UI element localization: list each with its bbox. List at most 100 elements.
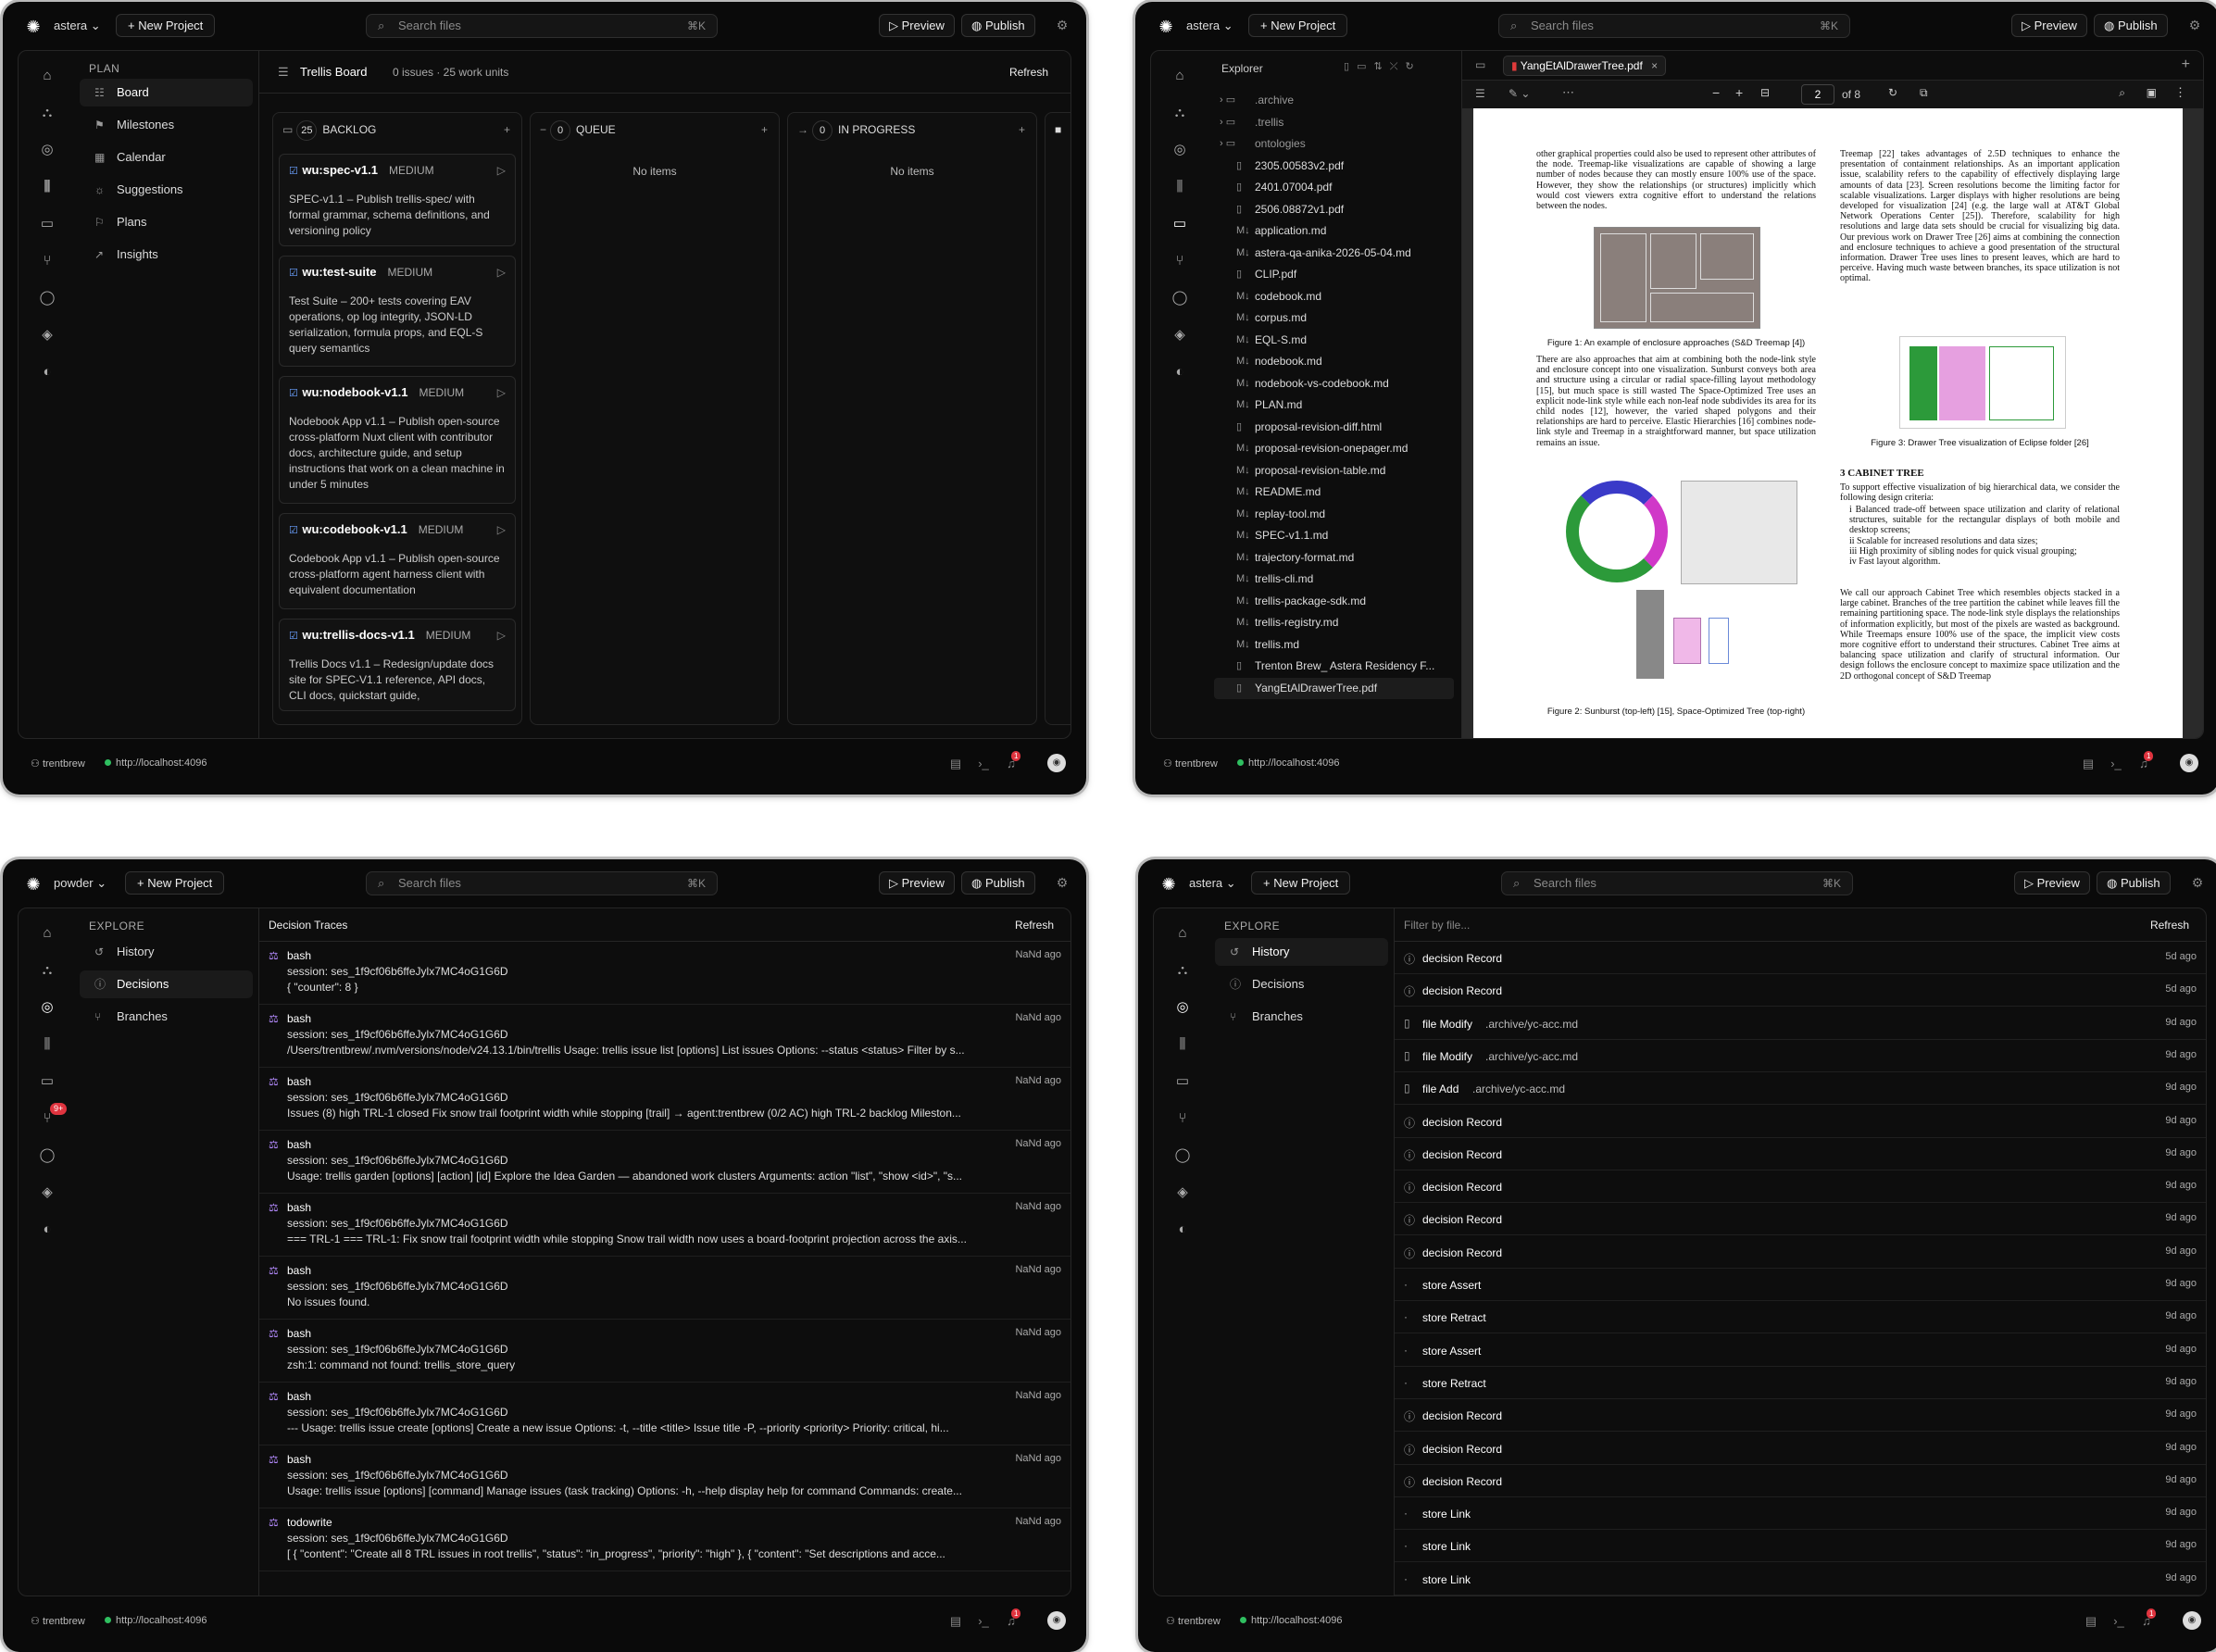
trace-row[interactable]: ⚖ bash session: ses_1f9cf06b6ffeJylx7MC4oG… bbox=[259, 1131, 1070, 1194]
terminal-icon[interactable]: ›_ bbox=[975, 756, 992, 772]
trace-row[interactable]: ⚖ bash session: ses_1f9cf06b6ffeJylx7MC4oG… bbox=[259, 1194, 1070, 1257]
file-tree-item[interactable]: M↓ nodebook.md bbox=[1214, 351, 1454, 372]
preview-button[interactable]: ▷ Preview bbox=[2014, 871, 2090, 895]
file-tree-item[interactable]: M↓ trellis-package-sdk.md bbox=[1214, 591, 1454, 612]
terminal-icon[interactable]: ›_ bbox=[2110, 1613, 2127, 1630]
git-branch-icon[interactable]: ⑂ bbox=[1172, 1108, 1193, 1129]
card-spec-v1-1[interactable]: ☑ wu:spec-v1.1 MEDIUM ▷ SPEC-v1.1 – Publish… bbox=[279, 154, 516, 246]
history-row[interactable]: · store Assert 9d ago bbox=[1395, 1334, 2206, 1367]
fit-width-icon[interactable]: ⊟ bbox=[1760, 86, 1770, 99]
avatar[interactable]: ◉ bbox=[2180, 754, 2198, 772]
project-switcher[interactable]: astera ⌄ bbox=[1186, 15, 1233, 37]
file-tree-item[interactable]: M↓ nodebook-vs-codebook.md bbox=[1214, 373, 1454, 394]
trace-row[interactable]: ⚖ bash session: ses_1f9cf06b6ffeJylx7MC4oG… bbox=[259, 1257, 1070, 1320]
history-row[interactable]: ⓘ decision Record 5d ago bbox=[1395, 974, 2206, 1007]
play-icon[interactable]: ▷ bbox=[497, 523, 506, 536]
new-project-button[interactable]: + New Project bbox=[1251, 871, 1351, 895]
history-row[interactable]: · store Retract 9d ago bbox=[1395, 1301, 2206, 1334]
globe-icon[interactable]: ◯ bbox=[37, 1145, 57, 1166]
outline-icon[interactable]: ☰ bbox=[1475, 87, 1485, 100]
trace-row[interactable]: ⚖ bash session: ses_1f9cf06b6ffeJylx7MC4oG… bbox=[259, 942, 1070, 1005]
file-tree-item[interactable]: › ▭ ontologies bbox=[1214, 133, 1454, 155]
board-icon[interactable]: ⫼ bbox=[37, 1034, 57, 1055]
new-project-button[interactable]: + New Project bbox=[125, 871, 225, 895]
git-branch-icon[interactable]: ⑂ bbox=[1170, 251, 1190, 271]
layers-icon[interactable]: ◈ bbox=[37, 1183, 57, 1203]
play-icon[interactable]: ▷ bbox=[497, 164, 506, 177]
history-row[interactable]: ⓘ decision Record 9d ago bbox=[1395, 1465, 2206, 1497]
file-tree-item[interactable]: M↓ astera-qa-anika-2026-05-04.md bbox=[1214, 243, 1454, 264]
palette-icon[interactable]: ◐ bbox=[37, 1220, 57, 1240]
file-tree-item[interactable]: M↓ replay-tool.md bbox=[1214, 504, 1454, 525]
app-logo-icon[interactable]: ✺ bbox=[1156, 17, 1176, 37]
history-row[interactable]: ⓘ decision Record 9d ago bbox=[1395, 1170, 2206, 1204]
file-tree-item[interactable]: ▯ 2506.08872v1.pdf bbox=[1214, 199, 1454, 220]
panel-icon[interactable]: ▤ bbox=[947, 756, 964, 772]
search-input[interactable]: ⌕ Search files ⌘K bbox=[1501, 871, 1853, 895]
more-icon[interactable]: ⋮ bbox=[2174, 85, 2186, 100]
add-card-icon[interactable]: + bbox=[504, 113, 510, 146]
sidebar-item-branches[interactable]: ⑂ Branches bbox=[80, 1003, 253, 1031]
publish-button[interactable]: ◍ Publish bbox=[2097, 871, 2171, 895]
file-tree-item[interactable]: M↓ application.md bbox=[1214, 220, 1454, 242]
more-icon[interactable]: ⋯ bbox=[1562, 85, 1574, 100]
file-tree-item[interactable]: M↓ trellis-cli.md bbox=[1214, 569, 1454, 590]
card-codebook-v1-1[interactable]: ☑ wu:codebook-v1.1 MEDIUM ▷ Codebook App v1… bbox=[279, 513, 516, 609]
new-project-button[interactable]: + New Project bbox=[116, 14, 216, 37]
preview-button[interactable]: ▷ Preview bbox=[879, 14, 955, 37]
tab-pdf[interactable]: ▮ YangEtAlDrawerTree.pdf × bbox=[1503, 56, 1667, 76]
graph-icon[interactable]: ⛬ bbox=[1172, 960, 1193, 981]
history-row[interactable]: ▯ file Modify .archive/yc-acc.md 9d ago bbox=[1395, 1007, 2206, 1040]
settings-gear-icon[interactable]: ⚙ bbox=[1053, 16, 1071, 34]
history-row[interactable]: · store Link 9d ago bbox=[1395, 1563, 2206, 1596]
search-input[interactable]: ⌕ Search files ⌘K bbox=[1498, 14, 1850, 38]
home-icon[interactable]: ⌂ bbox=[37, 923, 57, 944]
sidebar-item-milestones[interactable]: ⚑ Milestones bbox=[80, 111, 253, 139]
folder-icon[interactable]: ▭ bbox=[37, 1071, 57, 1092]
publish-button[interactable]: ◍ Publish bbox=[961, 871, 1035, 895]
play-icon[interactable]: ▷ bbox=[497, 629, 506, 642]
close-icon[interactable]: × bbox=[1651, 59, 1658, 72]
collapse-icon[interactable]: ⤫ bbox=[1390, 61, 1406, 72]
globe-icon[interactable]: ◯ bbox=[1172, 1145, 1193, 1166]
history-row[interactable]: ⓘ decision Record 9d ago bbox=[1395, 1138, 2206, 1170]
card-test-suite[interactable]: ☑ wu:test-suite MEDIUM ▷ Test Suite – 200+ … bbox=[279, 256, 516, 367]
trace-row[interactable]: ⚖ todowrite session: ses_1f9cf06b6ffeJylx7… bbox=[259, 1508, 1070, 1571]
file-tree-item[interactable]: M↓ PLAN.md bbox=[1214, 394, 1454, 416]
pdf-viewport[interactable]: other graphical properties could also be… bbox=[1462, 108, 2203, 738]
history-row[interactable]: ⓘ decision Record 9d ago bbox=[1395, 1433, 2206, 1465]
zoom-out-icon[interactable]: − bbox=[1712, 85, 1720, 100]
bell-icon[interactable]: ♫ 1 bbox=[2138, 1608, 2157, 1630]
history-row[interactable]: · store Link 9d ago bbox=[1395, 1530, 2206, 1563]
app-logo-icon[interactable]: ✺ bbox=[23, 874, 44, 895]
file-tree-item[interactable]: ▯ Trenton Brew_ Astera Residency F... bbox=[1214, 656, 1454, 677]
settings-gear-icon[interactable]: ⚙ bbox=[2188, 873, 2207, 892]
folder-icon[interactable]: ▭ bbox=[1170, 214, 1190, 234]
home-icon[interactable]: ⌂ bbox=[37, 66, 57, 86]
rotate-icon[interactable]: ↻ bbox=[1888, 86, 1897, 99]
file-tree-item[interactable]: M↓ proposal-revision-table.md bbox=[1214, 460, 1454, 482]
new-tab-icon[interactable]: + bbox=[2182, 56, 2190, 73]
file-tree-item[interactable]: › ▭ .trellis bbox=[1214, 112, 1454, 133]
terminal-icon[interactable]: ›_ bbox=[2108, 756, 2124, 772]
graph-icon[interactable]: ⛬ bbox=[1170, 103, 1190, 123]
folder-icon[interactable]: ▭ bbox=[1172, 1071, 1193, 1092]
bell-icon[interactable]: ♫ 1 bbox=[1003, 1608, 1021, 1630]
search-input[interactable]: ⌕ Search files ⌘K bbox=[366, 871, 718, 895]
file-tree-item[interactable]: ▯ YangEtAlDrawerTree.pdf bbox=[1214, 677, 1454, 699]
preview-button[interactable]: ▷ Preview bbox=[2011, 14, 2087, 37]
bell-icon[interactable]: ♫ 1 bbox=[2135, 751, 2154, 772]
board-icon[interactable]: ⫼ bbox=[37, 177, 57, 197]
history-row[interactable]: ⓘ decision Record 9d ago bbox=[1395, 1203, 2206, 1236]
history-row[interactable]: ▯ file Modify .archive/yc-acc.md 9d ago bbox=[1395, 1040, 2206, 1072]
git-branch-icon[interactable]: ⑂ 9+ bbox=[37, 1103, 68, 1129]
app-logo-icon[interactable]: ✺ bbox=[23, 17, 44, 37]
avatar[interactable]: ◉ bbox=[1047, 1611, 1066, 1630]
home-icon[interactable]: ⌂ bbox=[1172, 923, 1193, 944]
publish-button[interactable]: ◍ Publish bbox=[961, 14, 1035, 37]
refresh-button[interactable]: Refresh bbox=[2150, 919, 2189, 932]
trace-row[interactable]: ⚖ bash session: ses_1f9cf06b6ffeJylx7MC4oG… bbox=[259, 1320, 1070, 1383]
compass-icon[interactable]: ◎ bbox=[37, 140, 57, 160]
layers-icon[interactable]: ◈ bbox=[37, 325, 57, 345]
sidebar-item-calendar[interactable]: ▦ Calendar bbox=[80, 144, 253, 171]
